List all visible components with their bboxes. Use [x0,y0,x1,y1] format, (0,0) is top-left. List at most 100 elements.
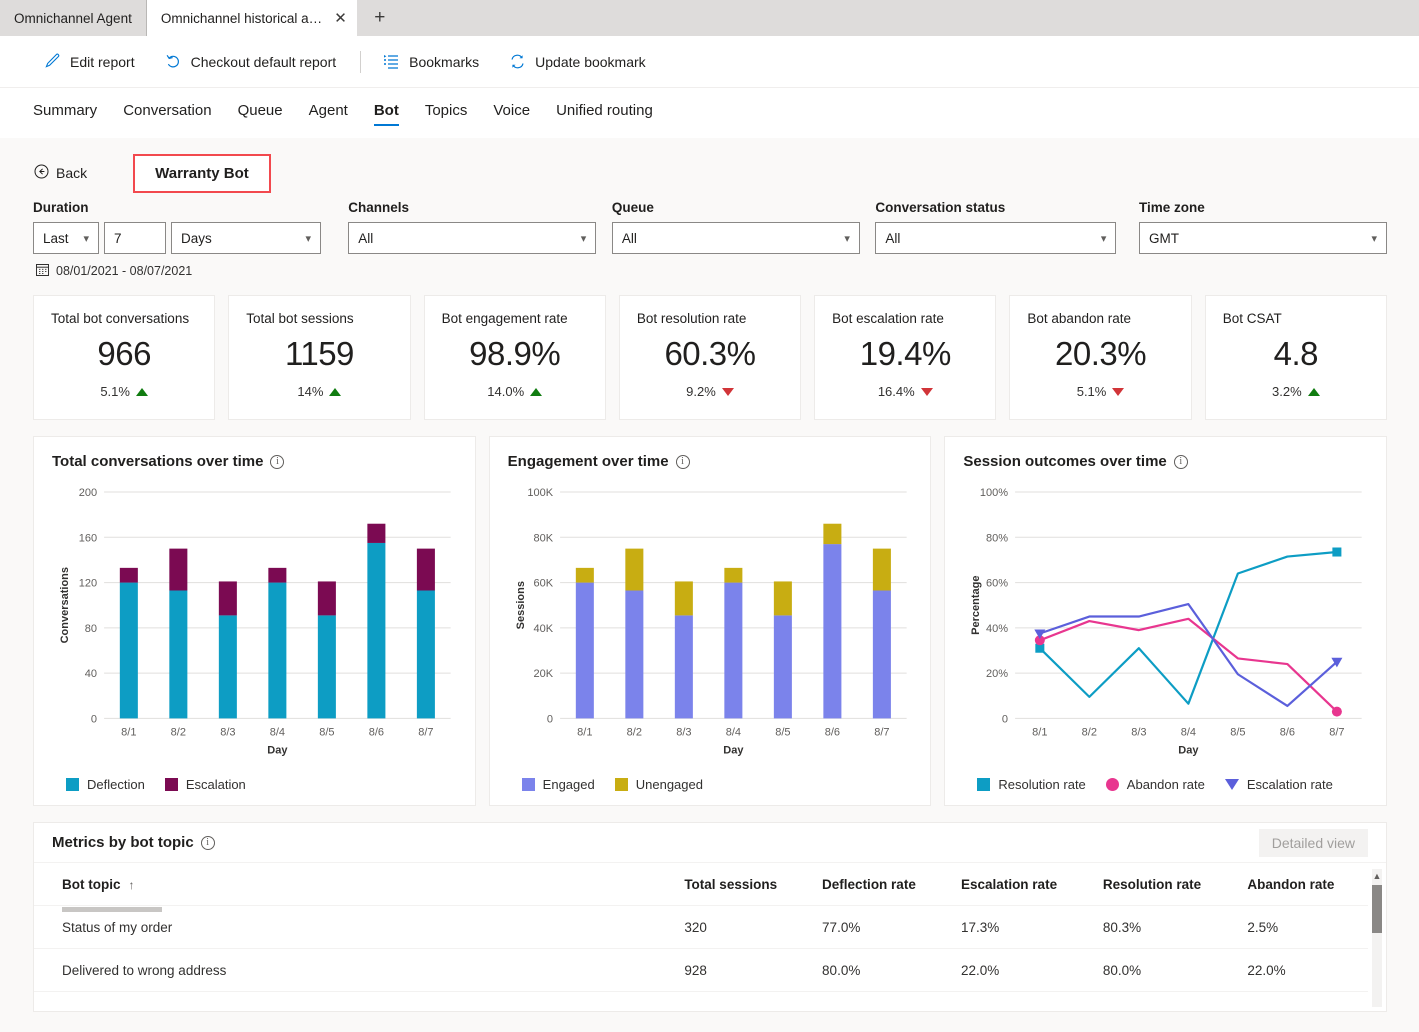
date-range-display: 08/01/2021 - 08/07/2021 [0,254,1419,279]
drillthrough-header: Back Warranty Bot [0,138,1419,193]
tab-conversation[interactable]: Conversation [110,102,224,126]
legend-item-escalation-rate[interactable]: Escalation rate [1224,777,1333,792]
table-header-bar: Metrics by bot topic i Detailed view [34,823,1386,863]
stacked-bar-chart[interactable]: 0 20K 40K 60K 80K 100K 8/1 8/2 8/3 8/4 8/5 8/6 8/7 Da… [508,476,913,772]
svg-text:60K: 60K [533,578,553,590]
info-icon[interactable]: i [1173,454,1188,469]
info-icon[interactable]: i [270,454,285,469]
kpi-title: Bot escalation rate [832,311,944,326]
edit-report-button[interactable]: Edit report [34,47,145,76]
stacked-bar-chart[interactable]: 0 40 80 120 160 200 8/1 8/2 8/3 8/4 8/5 8/6 8/7 Day Co… [52,476,457,772]
checkout-default-report-button[interactable]: Checkout default report [155,47,347,76]
kpi-card-total-bot-sessions[interactable]: Total bot sessions 1159 14% [228,295,411,420]
detailed-view-button[interactable]: Detailed view [1258,828,1368,857]
trend-down-icon [721,387,734,396]
svg-text:8/2: 8/2 [1082,726,1097,738]
tab-queue[interactable]: Queue [225,102,296,126]
column-header-total-sessions[interactable]: Total sessions [674,863,813,906]
table-vertical-scrollbar[interactable]: ▲ [1372,869,1382,1007]
table-row[interactable]: Status of my order 320 77.0% 17.3% 80.3%… [34,905,1368,949]
tab-summary[interactable]: Summary [33,102,110,126]
kpi-delta-text: 5.1% [100,384,130,399]
conversation-status-select[interactable]: All ▾ [875,222,1117,254]
tab-topics[interactable]: Topics [412,102,481,126]
close-icon[interactable]: ✕ [332,9,349,27]
chart-title: Engagement over time i [508,453,913,470]
bot-name-title[interactable]: Warranty Bot [133,153,271,193]
svg-text:80: 80 [85,623,97,635]
table-horizontal-scrollbar[interactable] [62,907,162,912]
kpi-delta: 3.2% [1272,384,1320,399]
svg-text:0: 0 [91,713,97,725]
kpi-value: 4.8 [1273,335,1319,372]
svg-text:Conversations: Conversations [59,567,71,643]
checkout-default-report-label: Checkout default report [190,53,337,70]
column-header-deflection-rate[interactable]: Deflection rate [812,863,952,906]
browser-tab-omnichannel-agent[interactable]: Omnichannel Agent [0,0,147,36]
duration-unit-select[interactable]: Days ▾ [171,222,321,254]
svg-text:0: 0 [547,713,553,725]
chevron-up-icon[interactable]: ▲ [1372,869,1382,883]
kpi-card-bot-csat[interactable]: Bot CSAT 4.8 3.2% [1204,295,1387,420]
undo-icon [165,53,182,70]
table-header-row: Bot topic ↑ Total sessions Deflection rat… [34,863,1368,906]
browser-tab-omnichannel-historical-analytics[interactable]: Omnichannel historical ana... ✕ [146,0,357,36]
legend-item-engaged[interactable]: Engaged [521,777,595,792]
column-header-escalation-rate[interactable]: Escalation rate [951,863,1093,906]
metrics-table: Bot topic ↑ Total sessions Deflection rat… [34,863,1368,992]
column-header-resolution-rate[interactable]: Resolution rate [1092,863,1238,906]
time-zone-value: GMT [1148,230,1179,246]
bookmarks-label: Bookmarks [409,53,480,70]
back-button[interactable]: Back [34,164,87,182]
cell-escalation-rate: 17.3% [951,905,1093,949]
channels-select[interactable]: All ▾ [348,222,597,254]
column-header-bot-topic[interactable]: Bot topic ↑ [34,863,675,906]
legend-item-deflection[interactable]: Deflection [66,777,145,792]
back-label: Back [56,165,88,181]
tab-unified-routing[interactable]: Unified routing [543,102,666,126]
legend-item-escalation[interactable]: Escalation [164,777,246,792]
duration-count-input[interactable]: 7 [104,222,166,254]
kpi-card-total-bot-conversations[interactable]: Total bot conversations 966 5.1% [33,295,216,420]
legend-swatch [521,777,535,791]
kpi-card-bot-resolution-rate[interactable]: Bot resolution rate 60.3% 9.2% [618,295,802,420]
update-bookmark-button[interactable]: Update bookmark [499,47,656,76]
table-title: Metrics by bot topic i [52,834,215,851]
kpi-card-bot-escalation-rate[interactable]: Bot escalation rate 19.4% 16.4% [814,295,997,420]
svg-text:8/3: 8/3 [676,726,691,738]
chart-plot-area[interactable]: 0 20% 40% 60% 80% 100% 8/1 8/2 8/3 8/4 8/5 8/6 8/7 Da… [963,476,1368,773]
svg-text:80%: 80% [986,532,1008,544]
tab-voice[interactable]: Voice [480,102,543,126]
line-chart[interactable]: 0 20% 40% 60% 80% 100% 8/1 8/2 8/3 8/4 8/5 8/6 8/7 Da… [963,476,1368,772]
trend-up-icon [530,387,543,396]
kpi-card-bot-abandon-rate[interactable]: Bot abandon rate 20.3% 5.1% [1009,295,1192,420]
info-icon[interactable]: i [200,835,215,850]
kpi-value: 60.3% [664,335,756,372]
chevron-down-icon: ▾ [844,232,850,245]
tab-agent[interactable]: Agent [296,102,361,126]
tab-bot[interactable]: Bot [361,102,412,126]
time-zone-select[interactable]: GMT ▾ [1138,222,1387,254]
queue-select[interactable]: All ▾ [611,222,860,254]
plus-icon[interactable]: + [363,3,397,33]
svg-text:Sessions: Sessions [515,581,527,629]
column-header-abandon-rate[interactable]: Abandon rate [1237,863,1368,906]
bookmarks-button[interactable]: Bookmarks [373,47,489,76]
legend-item-unengaged[interactable]: Unengaged [614,777,703,792]
kpi-card-bot-engagement-rate[interactable]: Bot engagement rate 98.9% 14.0% [423,295,606,420]
chevron-down-icon: ▾ [1371,232,1377,245]
chart-plot-area[interactable]: 0 20K 40K 60K 80K 100K 8/1 8/2 8/3 8/4 8/5 8/6 8/7 Da… [508,476,913,773]
info-icon[interactable]: i [675,454,690,469]
legend-item-abandon-rate[interactable]: Abandon rate [1105,777,1205,792]
scrollbar-thumb[interactable] [1372,885,1382,933]
duration-mode-select[interactable]: Last ▾ [33,222,99,254]
kpi-title: Bot engagement rate [441,311,568,326]
trend-up-icon [1307,387,1320,396]
cell-deflection-rate: 77.0% [812,905,952,949]
chart-plot-area[interactable]: 0 40 80 120 160 200 8/1 8/2 8/3 8/4 8/5 8/6 8/7 Day Co… [52,476,457,773]
table-row[interactable]: Delivered to wrong address 928 80.0% 22.… [34,948,1368,992]
kpi-delta-text: 14.0% [487,384,525,399]
table-grid[interactable]: Bot topic ↑ Total sessions Deflection rat… [34,863,1386,1011]
legend-item-resolution-rate[interactable]: Resolution rate [977,777,1086,792]
legend-swatch [66,777,79,791]
